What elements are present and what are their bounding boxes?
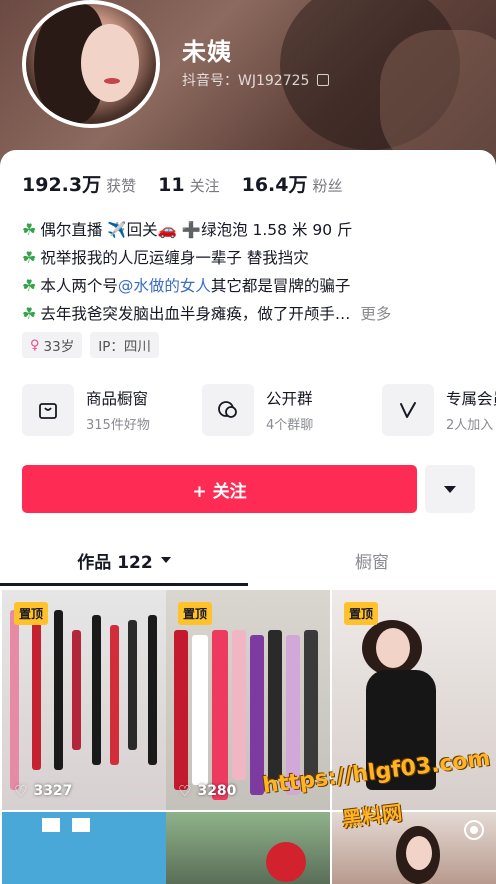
- age-text: 33岁: [43, 339, 75, 355]
- avatar-face: [81, 24, 139, 102]
- bio-line: ☘ 去年我爸突发脑出血半身瘫痪，做了开颅手… 更多: [22, 300, 474, 328]
- avatar-lips: [104, 78, 120, 84]
- stat-number: 192.3万: [22, 174, 102, 196]
- bio-text: 去年我爸突发脑出血半身瘫痪，做了开颅手…: [40, 305, 351, 323]
- avatar[interactable]: [22, 0, 160, 128]
- content-tabs: 作品 122 橱窗: [0, 534, 496, 586]
- service-subtitle: 315件好物: [86, 418, 150, 433]
- follow-button[interactable]: + 关注: [22, 465, 417, 513]
- thumb-decor: [92, 615, 101, 765]
- like-count: ♡ 3327: [14, 782, 72, 800]
- thumb-decor: [110, 625, 119, 765]
- video-thumbnail[interactable]: [2, 812, 166, 884]
- age-tag: ♀ 33岁: [22, 332, 83, 358]
- heart-icon: ♡: [178, 782, 192, 800]
- stat-following[interactable]: 11 关注: [158, 174, 219, 196]
- service-title: 商品橱窗: [86, 390, 149, 408]
- pinned-badge: 置顶: [14, 602, 49, 625]
- thumb-decor: [54, 610, 63, 770]
- douyin-id[interactable]: 抖音号：WJ192725: [182, 70, 330, 90]
- tab-showcase-label: 橱窗: [355, 552, 389, 573]
- clover-icon: ☘: [22, 276, 37, 295]
- bio-line: ☘ 偶尔直播 ✈️回关🚗 ➕绿泡泡 1.58 米 90 斤: [22, 216, 474, 244]
- service-title: 公开群: [266, 390, 313, 408]
- thumb-decor: [148, 615, 157, 765]
- stat-likes[interactable]: 192.3万 获赞: [22, 170, 136, 197]
- bio-line: ☘ 祝举报我的人厄运缠身一辈子 替我挡灾: [22, 244, 474, 272]
- thumb-decor: [212, 630, 228, 800]
- bio-mention-link[interactable]: @水做的女人: [118, 272, 211, 300]
- thumb-decor: [192, 635, 208, 785]
- thumb-decor: [250, 635, 264, 795]
- clover-icon: ☘: [22, 304, 37, 323]
- thumb-decor: [304, 630, 318, 780]
- thumb-decor: [32, 620, 41, 770]
- thumb-decor: [10, 610, 19, 790]
- thumb-decor: [266, 842, 306, 882]
- service-entries: 商品橱窗 315件好物 公开群 4个群聊 专属会员 2人加入: [22, 384, 496, 436]
- bio-text: 祝举报我的人厄运缠身一辈子 替我挡灾: [40, 249, 309, 267]
- thumb-decor: [174, 630, 188, 790]
- service-shop-window[interactable]: 商品橱窗 315件好物: [22, 384, 202, 436]
- chat-bubble-icon: [202, 384, 254, 436]
- profile-bio: ☘ 偶尔直播 ✈️回关🚗 ➕绿泡泡 1.58 米 90 斤 ☘ 祝举报我的人厄运…: [22, 216, 474, 328]
- stat-label: 关注: [189, 177, 220, 195]
- chevron-down-icon: [444, 485, 456, 493]
- bio-line: ☘ 本人两个号 @水做的女人 其它都是冒牌的骗子: [22, 272, 474, 300]
- pinned-badge: 置顶: [178, 602, 213, 625]
- ip-tag: IP：四川: [90, 332, 159, 358]
- bio-text: 本人两个号: [40, 277, 118, 295]
- douyin-id-text: 抖音号：WJ192725: [182, 73, 310, 89]
- video-thumbnail[interactable]: 置顶 ♡ 3327: [2, 590, 166, 810]
- v-badge-icon: [382, 384, 434, 436]
- service-title: 专属会员: [446, 390, 496, 408]
- tab-works-label: 作品 122: [77, 552, 153, 573]
- stat-label: 粉丝: [312, 177, 343, 195]
- more-options-button[interactable]: [425, 465, 475, 513]
- service-public-group[interactable]: 公开群 4个群聊: [202, 384, 382, 436]
- thumb-decor: [128, 620, 137, 750]
- active-tab-indicator: [0, 583, 248, 586]
- clover-icon: ☘: [22, 220, 37, 239]
- service-exclusive-member[interactable]: 专属会员 2人加入: [382, 384, 496, 436]
- profile-name: 未姨: [182, 38, 232, 66]
- pinned-badge: 置顶: [344, 602, 379, 625]
- tab-works[interactable]: 作品 122: [0, 534, 248, 586]
- shopping-bag-icon: [22, 384, 74, 436]
- video-thumbnail[interactable]: [166, 812, 330, 884]
- like-count: ♡ 3280: [178, 782, 236, 800]
- thumb-decor: [268, 630, 282, 780]
- like-count-text: 3280: [197, 783, 237, 799]
- bio-text: 偶尔直播 ✈️回关🚗 ➕绿泡泡 1.58 米 90 斤: [40, 221, 353, 239]
- heart-icon: ♡: [14, 782, 28, 800]
- tab-showcase[interactable]: 橱窗: [248, 534, 496, 586]
- works-grid: 置顶 ♡ 3327 置顶 ♡ 3280 置顶: [0, 588, 496, 884]
- service-subtitle: 2人加入: [446, 418, 494, 433]
- profile-stats: 192.3万 获赞 11 关注 16.4万 粉丝: [22, 170, 365, 197]
- female-icon: ♀: [30, 337, 40, 353]
- caret-down-icon: [160, 557, 171, 563]
- thumb-decor: [376, 628, 410, 668]
- thumb-decor: [42, 818, 60, 832]
- stat-label: 获赞: [106, 177, 137, 195]
- like-count-text: 3327: [33, 783, 73, 799]
- profile-tags: ♀ 33岁 IP：四川: [22, 332, 159, 358]
- follow-row: + 关注: [22, 465, 475, 513]
- copy-icon[interactable]: [317, 74, 330, 86]
- service-subtitle: 4个群聊: [266, 418, 314, 433]
- stat-number: 11: [158, 174, 185, 196]
- live-target-icon: [464, 820, 484, 840]
- thumb-decor: [232, 630, 246, 780]
- thumb-decor: [72, 630, 81, 750]
- clover-icon: ☘: [22, 248, 37, 267]
- bio-more-link[interactable]: 更多: [360, 300, 391, 328]
- background-decoration: [380, 30, 496, 170]
- stat-number: 16.4万: [241, 174, 308, 196]
- thumb-decor: [72, 818, 90, 832]
- ip-text: IP：四川: [98, 339, 151, 355]
- thumb-decor: [406, 836, 432, 870]
- stat-followers[interactable]: 16.4万 粉丝: [242, 170, 343, 197]
- bio-text: 其它都是冒牌的骗子: [210, 277, 351, 295]
